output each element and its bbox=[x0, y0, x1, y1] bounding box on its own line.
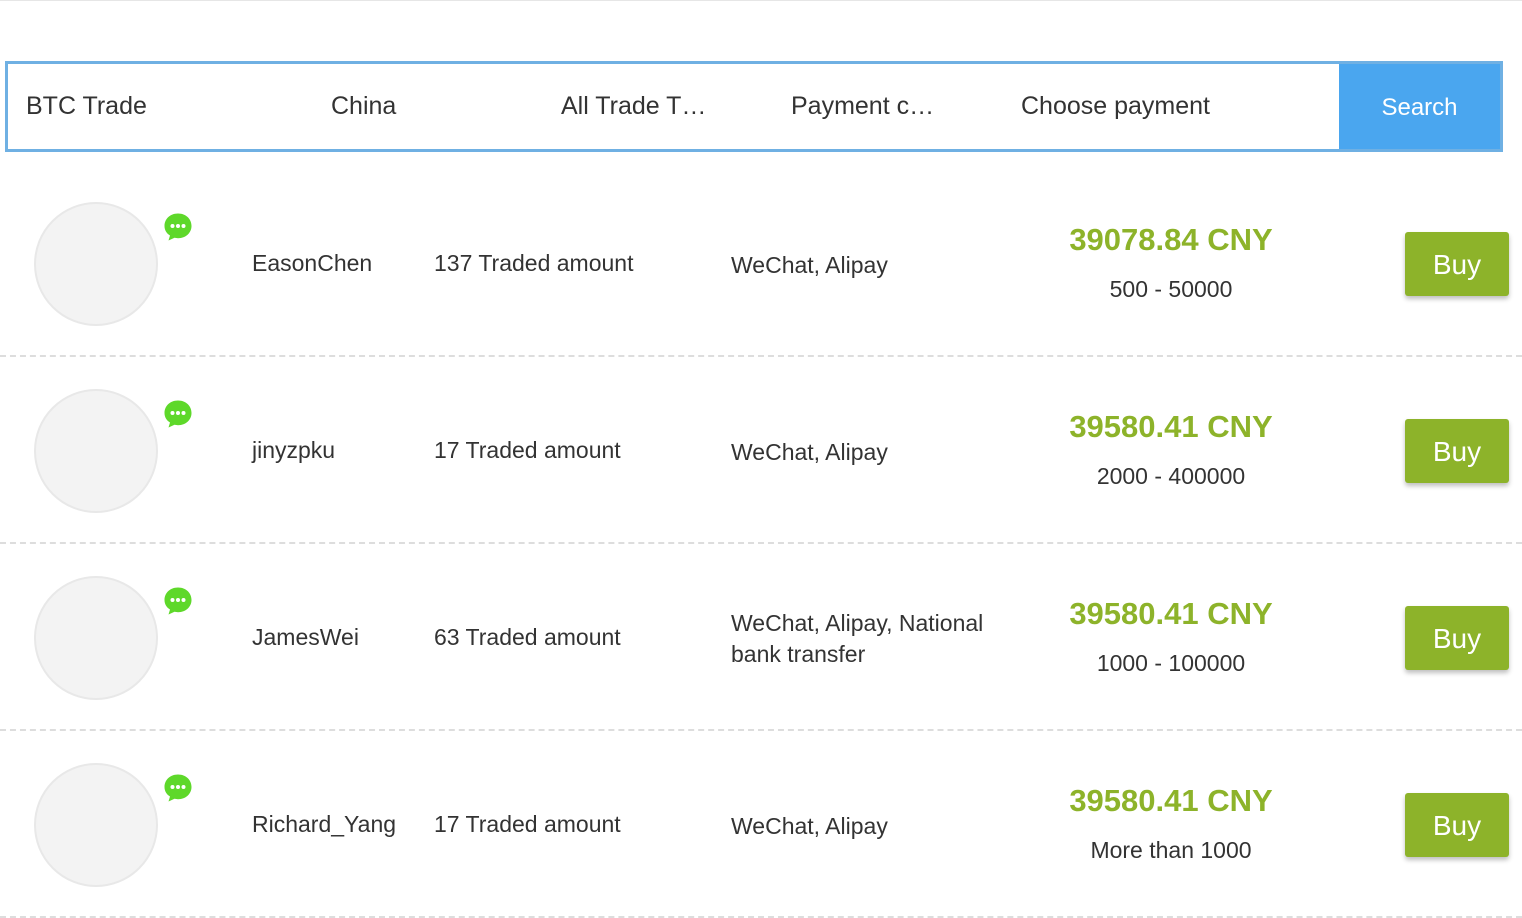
user-name[interactable]: JamesWei bbox=[252, 624, 359, 651]
trade-limit: More than 1000 bbox=[1090, 837, 1252, 863]
top-divider bbox=[0, 0, 1522, 1]
user-name[interactable]: jinyzpku bbox=[252, 437, 335, 464]
avatar[interactable] bbox=[34, 576, 158, 700]
avatar[interactable] bbox=[34, 389, 158, 513]
payment-methods: WeChat, Alipay bbox=[731, 439, 888, 465]
chat-bubble-icon[interactable] bbox=[163, 399, 193, 429]
chat-bubble-icon[interactable] bbox=[163, 586, 193, 616]
offer-row: jinyzpku 17 Traded amount WeChat, Alipay… bbox=[0, 357, 1522, 544]
price: 39580.41 CNY bbox=[1069, 783, 1273, 818]
payment-methods: WeChat, Alipay bbox=[731, 813, 888, 839]
trade-limit: 2000 - 400000 bbox=[1096, 463, 1246, 489]
price: 39580.41 CNY bbox=[1069, 409, 1273, 444]
filter-bar: BTC Trade China All Trade T… Payment c… … bbox=[5, 61, 1503, 152]
traded-amount: 17 Traded amount bbox=[434, 437, 621, 463]
user-name[interactable]: Richard_Yang bbox=[252, 811, 396, 838]
avatar[interactable] bbox=[34, 202, 158, 326]
offer-row: JamesWei 63 Traded amount WeChat, Alipay… bbox=[0, 544, 1522, 731]
chat-bubble-icon[interactable] bbox=[163, 212, 193, 242]
trade-limit: 500 - 50000 bbox=[1109, 276, 1233, 302]
trade-type-select[interactable]: All Trade T… bbox=[561, 64, 706, 149]
country-select[interactable]: China bbox=[331, 64, 396, 149]
trade-limit: 1000 - 100000 bbox=[1096, 650, 1246, 676]
payment-methods: WeChat, Alipay, National bank transfer bbox=[731, 610, 984, 667]
search-button[interactable]: Search bbox=[1339, 64, 1500, 149]
buy-button[interactable]: Buy bbox=[1405, 419, 1509, 483]
buy-button[interactable]: Buy bbox=[1405, 606, 1509, 670]
payment-methods: WeChat, Alipay bbox=[731, 252, 888, 278]
traded-amount: 137 Traded amount bbox=[434, 250, 634, 276]
payment-currency-select[interactable]: Payment c… bbox=[791, 64, 934, 149]
user-name[interactable]: EasonChen bbox=[252, 250, 372, 277]
traded-amount: 63 Traded amount bbox=[434, 624, 621, 650]
avatar[interactable] bbox=[34, 763, 158, 887]
coin-trade-select[interactable]: BTC Trade bbox=[26, 64, 147, 149]
offer-row: EasonChen 137 Traded amount WeChat, Alip… bbox=[0, 170, 1522, 357]
traded-amount: 17 Traded amount bbox=[434, 811, 621, 837]
chat-bubble-icon[interactable] bbox=[163, 773, 193, 803]
offer-row: Richard_Yang 17 Traded amount WeChat, Al… bbox=[0, 731, 1522, 918]
buy-button[interactable]: Buy bbox=[1405, 793, 1509, 857]
payment-method-select[interactable]: Choose payment bbox=[1021, 64, 1210, 149]
buy-button[interactable]: Buy bbox=[1405, 232, 1509, 296]
price: 39580.41 CNY bbox=[1069, 596, 1273, 631]
price: 39078.84 CNY bbox=[1069, 222, 1273, 257]
offer-list: EasonChen 137 Traded amount WeChat, Alip… bbox=[0, 170, 1522, 918]
